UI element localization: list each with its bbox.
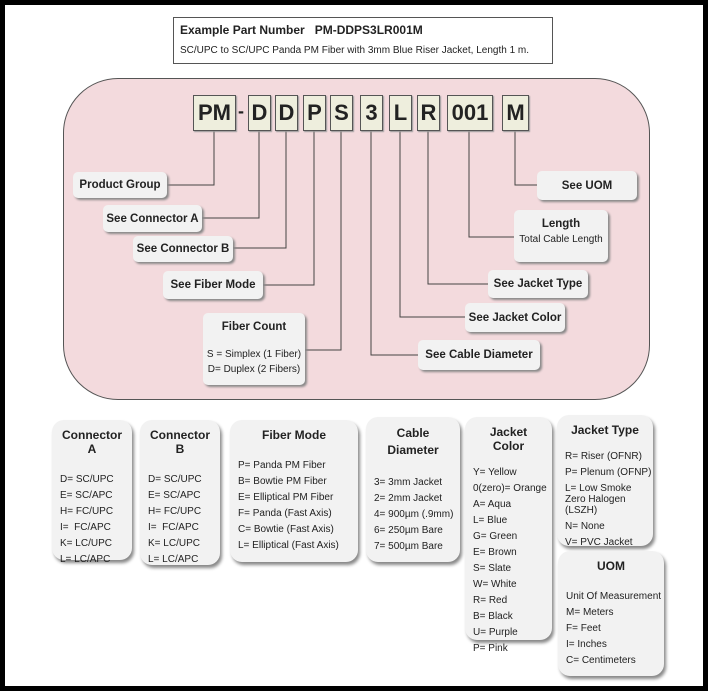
label-jacket-type: See Jacket Type — [488, 270, 588, 298]
label-jacket-color: See Jacket Color — [465, 303, 565, 332]
legend-item: E= Elliptical PM Fiber — [238, 492, 334, 503]
legend-title: Connector A — [62, 428, 122, 456]
legend-item: P= Plenum (OFNP) — [565, 467, 652, 478]
legend-item: C= Centimeters — [566, 655, 636, 666]
legend-item: D= SC/UPC — [148, 474, 202, 485]
label-fiber-mode: See Fiber Mode — [163, 271, 263, 299]
legend-item: B= Bowtie PM Fiber — [238, 476, 327, 487]
legend-item: 4= 900µm (.9mm) — [374, 509, 454, 520]
code-product-group: PM — [193, 95, 236, 131]
legend-title: Connector B — [150, 428, 210, 456]
legend-item: D= SC/UPC — [60, 474, 114, 485]
legend-item: Unit Of Measurement — [566, 591, 662, 602]
legend-title: Jacket Color — [489, 425, 528, 453]
label-product-group: Product Group — [73, 172, 167, 198]
code-length: 001 — [447, 95, 493, 131]
legend-cable-diameter: Cable Diameter 3= 3mm Jacket 2= 2mm Jack… — [366, 417, 460, 562]
legend-item: 6= 250µm Bare — [374, 525, 443, 536]
legend-item: S= Slate — [473, 563, 512, 574]
fiber-count-line: S = Simplex (1 Fiber) — [206, 349, 302, 360]
legend-item: P= Pink — [473, 643, 508, 654]
legend-item: P= Panda PM Fiber — [238, 460, 326, 471]
legend-item: L= Blue — [473, 515, 508, 526]
legend-item: 0(zero)= Orange — [473, 483, 547, 494]
line-cable-diameter — [370, 130, 418, 356]
legend-jacket-type: Jacket Type R= Riser (OFNR) P= Plenum (O… — [557, 415, 653, 548]
legend-item: B= Black — [473, 611, 513, 622]
legend-connector-b: Connector B D= SC/UPC E= SC/APC H= FC/UP… — [140, 420, 220, 565]
legend-item: I= FC/APC — [60, 522, 111, 533]
legend-item: L= LC/APC — [148, 554, 199, 565]
length-sub: Total Cable Length — [519, 234, 603, 245]
line-fiber-mode — [263, 130, 315, 286]
legend-title: Fiber Mode — [261, 428, 326, 442]
code-dash: - — [238, 101, 244, 121]
label-length: Length Total Cable Length — [514, 210, 608, 262]
code-uom: M — [502, 95, 529, 131]
legend-item: R= Red — [473, 595, 508, 606]
diagram-canvas: Example Part Number PM-DDPS3LR001M SC/UP… — [5, 5, 703, 686]
legend-connector-a: Connector A D= SC/UPC E= SC/APC H= FC/UP… — [52, 420, 132, 565]
legend-item: L= Elliptical (Fast Axis) — [238, 540, 339, 551]
legend-item: N= None — [565, 521, 605, 532]
legend-item: L= LC/APC — [60, 554, 111, 565]
legend-item: M= Meters — [566, 607, 614, 618]
line-fiber-count — [305, 130, 342, 351]
legend-title: Cable Diameter — [387, 426, 439, 457]
legend-item: A= Aqua — [473, 499, 512, 510]
legend-item: E= Brown — [473, 547, 517, 558]
legend-fiber-mode: Fiber Mode P= Panda PM Fiber B= Bowtie P… — [230, 420, 358, 562]
legend-item: K= LC/UPC — [148, 538, 200, 549]
line-jacket-type — [427, 130, 488, 285]
line-product-group — [167, 130, 215, 186]
legend-item: C= Bowtie (Fast Axis) — [238, 524, 334, 535]
code-fiber-count: S — [330, 95, 353, 131]
code-jacket-color: L — [389, 95, 412, 131]
label-connector-b: See Connector B — [133, 236, 233, 262]
line-connector-a — [202, 130, 260, 219]
label-cable-diameter: See Cable Diameter — [418, 340, 540, 370]
legend-item: 7= 500µm Bare — [374, 541, 443, 552]
label-uom: See UOM — [537, 171, 637, 200]
label-fiber-count: Fiber Count S = Simplex (1 Fiber) D= Dup… — [203, 313, 305, 385]
legend-item: L= Low Smoke Zero Halogen (LSZH) — [565, 483, 632, 516]
legend-uom: UOM Unit Of Measurement M= Meters F= Fee… — [558, 551, 664, 676]
legend-item: H= FC/UPC — [148, 506, 202, 517]
legend-item: U= Purple — [473, 627, 518, 638]
label-connector-a: See Connector A — [103, 205, 202, 232]
legend-title: Jacket Type — [571, 423, 639, 437]
legend-item: F= Panda (Fast Axis) — [238, 508, 332, 519]
legend-item: I= Inches — [566, 639, 607, 650]
legend-item: E= SC/APC — [60, 490, 113, 501]
legend-item: H= FC/UPC — [60, 506, 114, 517]
line-length — [468, 130, 514, 238]
fiber-count-title: Fiber Count — [221, 321, 287, 333]
legend-item: G= Green — [473, 531, 518, 542]
legend-item: V= PVC Jacket — [565, 537, 633, 548]
fiber-count-line: D= Duplex (2 Fibers) — [207, 364, 301, 375]
legend-item: I= FC/APC — [148, 522, 199, 533]
legend-item: Y= Yellow — [473, 467, 517, 478]
legend-jacket-color: Jacket Color Y= Yellow 0(zero)= Orange A… — [465, 417, 552, 654]
code-fiber-mode: P — [303, 95, 326, 131]
legend-item: E= SC/APC — [148, 490, 201, 501]
legend-item: F= Feet — [566, 623, 601, 634]
code-connector-a: D — [248, 95, 271, 131]
legend-item: K= LC/UPC — [60, 538, 112, 549]
code-jacket-type: R — [417, 95, 440, 131]
length-title: Length — [541, 218, 581, 230]
code-cable-diameter: 3 — [360, 95, 383, 131]
legend-item: W= White — [473, 579, 517, 590]
legend-title: UOM — [597, 559, 625, 573]
line-uom — [514, 130, 537, 186]
legend-item: 2= 2mm Jacket — [374, 493, 443, 504]
legend-item: 3= 3mm Jacket — [374, 477, 443, 488]
code-connector-b: D — [275, 95, 298, 131]
line-jacket-color — [399, 130, 465, 318]
legend-item: R= Riser (OFNR) — [565, 451, 642, 462]
